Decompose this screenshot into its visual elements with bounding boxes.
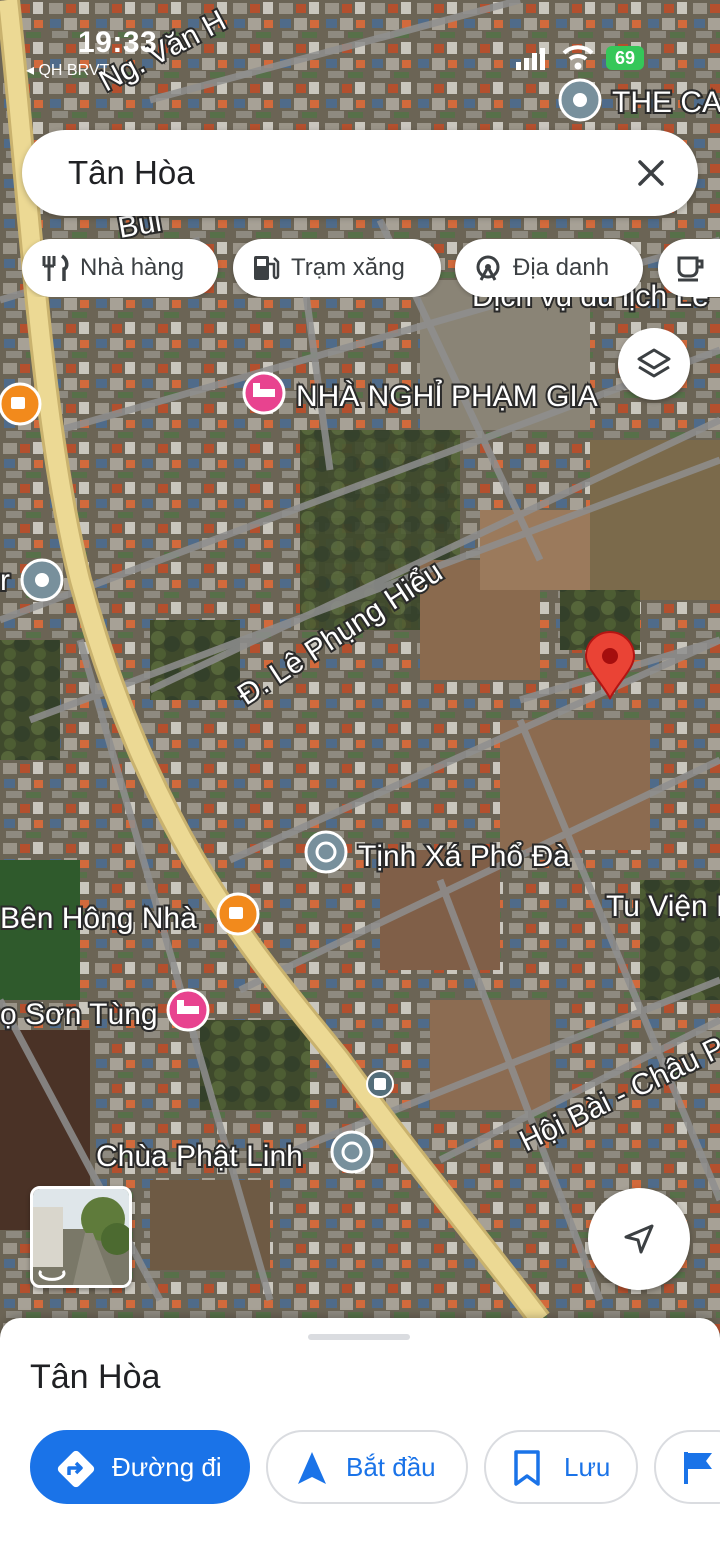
poi-label-r: r xyxy=(0,564,10,597)
layers-button[interactable] xyxy=(618,328,690,400)
street-view-image xyxy=(33,1189,129,1285)
bus-stop-icon[interactable] xyxy=(366,1070,394,1098)
sheet-drag-handle[interactable] xyxy=(308,1334,410,1340)
back-to-app-link[interactable]: ◂ QH BRVT xyxy=(26,60,109,80)
status-time: 19:33 xyxy=(78,26,158,59)
chip-label: Địa danh xyxy=(513,254,610,281)
poi-label-ben-hong-nha: Bên Hông Nhà xyxy=(0,902,197,935)
temple-icon[interactable] xyxy=(304,830,348,874)
directions-label: Đường đi xyxy=(112,1451,222,1482)
action-buttons: Đường đi Bắt đầu Lưu xyxy=(0,1430,720,1506)
my-location-button[interactable] xyxy=(588,1188,690,1290)
place-marker-icon[interactable] xyxy=(20,558,64,602)
chip-coffee[interactable] xyxy=(658,239,720,297)
signal-icon xyxy=(516,48,545,70)
directions-button[interactable]: Đường đi xyxy=(30,1430,250,1504)
flag-button[interactable] xyxy=(654,1430,720,1504)
save-button[interactable]: Lưu xyxy=(484,1430,638,1504)
restaurant-icon xyxy=(42,254,69,281)
chip-restaurants[interactable]: Nhà hàng xyxy=(22,239,218,297)
poi-label-chua-phat-linh: Chùa Phật Linh xyxy=(96,1140,303,1173)
coffee-icon xyxy=(677,256,704,282)
street-view-thumbnail[interactable] xyxy=(30,1186,132,1288)
directions-icon xyxy=(57,1450,95,1488)
poi-label-son-tung: ọ Sơn Tùng xyxy=(0,998,158,1031)
lodging-icon[interactable] xyxy=(166,988,210,1032)
place-sheet[interactable]: Tân Hòa Đường đi Bắt đầu Lưu xyxy=(0,1318,720,1565)
navigation-arrow-icon xyxy=(298,1452,326,1484)
poi-label-tu-vien: Tu Viện P xyxy=(606,890,720,923)
poi-label-the-ca: THE CA xyxy=(612,86,720,119)
gas-station-icon xyxy=(254,256,280,280)
cafe-icon[interactable] xyxy=(0,382,42,426)
poi-label-tinh-xa: Tịnh Xá Phổ Đà xyxy=(358,840,570,873)
chip-landmarks[interactable]: Địa danh xyxy=(455,239,643,297)
lodging-icon[interactable] xyxy=(242,371,286,415)
search-bar[interactable]: Tân Hòa xyxy=(22,130,698,216)
temple-icon[interactable] xyxy=(330,1130,374,1174)
landmark-icon xyxy=(476,255,500,281)
layers-icon xyxy=(637,348,671,378)
search-query[interactable]: Tân Hòa xyxy=(68,154,195,192)
chip-gas-stations[interactable]: Trạm xăng xyxy=(233,239,441,297)
place-title: Tân Hòa xyxy=(30,1358,161,1396)
chip-label: Nhà hàng xyxy=(80,254,185,281)
battery-indicator: 69 xyxy=(606,46,644,70)
navigation-arrow-icon xyxy=(624,1224,654,1254)
category-chips: Nhà hàng Trạm xăng Địa danh xyxy=(22,239,720,297)
save-label: Lưu xyxy=(564,1451,611,1482)
start-button[interactable]: Bắt đầu xyxy=(266,1430,468,1504)
status-bar: 19:33 ◂ QH BRVT 69 xyxy=(0,0,720,90)
poi-label-nha-nghi: NHÀ NGHỈ PHẠM GIA xyxy=(296,379,598,413)
chip-label: Trạm xăng xyxy=(291,254,405,281)
wifi-icon xyxy=(562,45,594,70)
cafe-icon[interactable] xyxy=(216,892,260,936)
flag-icon xyxy=(684,1452,712,1484)
start-label: Bắt đầu xyxy=(346,1451,436,1482)
close-icon[interactable] xyxy=(634,156,668,190)
bookmark-icon xyxy=(514,1450,540,1486)
